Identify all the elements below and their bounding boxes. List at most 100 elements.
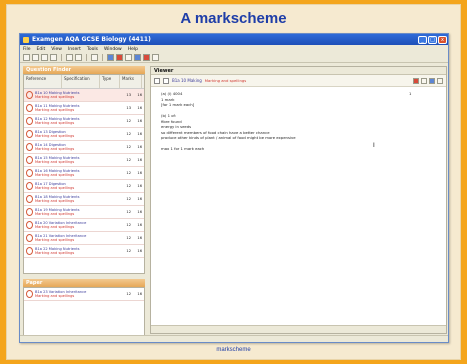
question-text: B1a 10 Making Nutrients Marking and spell…: [35, 91, 120, 100]
question-icon: [26, 104, 33, 112]
find-icon[interactable]: [107, 54, 114, 61]
question-type-value: 12: [126, 249, 131, 253]
question-row[interactable]: B1a 17 Digestion Marking and spellings 12 1…: [24, 180, 144, 193]
undo-icon[interactable]: [91, 54, 98, 61]
settings-icon[interactable]: [152, 54, 159, 61]
column-marks[interactable]: Marks: [120, 75, 142, 88]
viewer-panel: Viewer B1a 10 Making Marking and spellin…: [150, 66, 447, 334]
question-subtitle: Marking and spellings: [35, 134, 75, 138]
question-row[interactable]: B1a 14 Digestion Marking and spellings 12 1…: [24, 141, 144, 154]
column-reference[interactable]: Reference: [24, 75, 62, 88]
question-marks-value: 16: [137, 223, 142, 227]
markscheme-line: max 1 for 1 mark each: [161, 146, 205, 151]
question-row[interactable]: B1a 12 Making Nutrients Marking and spell…: [24, 115, 144, 128]
new-icon[interactable]: [23, 54, 30, 61]
toolbar-separator: [102, 54, 103, 61]
status-bar: [20, 335, 448, 342]
question-icon: [26, 247, 33, 255]
column-type[interactable]: Type: [100, 75, 120, 88]
copy-icon[interactable]: [75, 54, 82, 61]
question-marks-value: 16: [137, 119, 142, 123]
question-subtitle: Marking and spellings: [35, 238, 75, 242]
question-row[interactable]: B1a 19 Making Nutrients Marking and spell…: [24, 206, 144, 219]
checkbox-icon[interactable]: [163, 77, 169, 84]
question-text: B1a 20 Variation Inheritance Marking and …: [35, 221, 120, 230]
slide: A markscheme Examgen AQA GCSE Biology (4…: [6, 4, 461, 360]
viewer-header: Viewer: [151, 67, 446, 75]
checkbox-icon[interactable]: [154, 77, 160, 84]
question-icon: [26, 130, 33, 138]
question-row[interactable]: B1a 11 Making Nutrients Marking and spell…: [24, 102, 144, 115]
question-row[interactable]: B1a 10 Making Nutrients Marking and spell…: [24, 89, 144, 102]
slide-title: A markscheme: [180, 10, 287, 27]
options-icon[interactable]: [437, 77, 443, 84]
column-specification[interactable]: Specification: [62, 75, 100, 88]
menu-insert[interactable]: Insert: [68, 47, 81, 52]
question-type-value: 12: [126, 223, 131, 227]
horizontal-scrollbar[interactable]: [151, 325, 446, 333]
question-type-value: 12: [126, 210, 131, 214]
question-text: B1a 21 Variation Inheritance Marking and …: [35, 234, 120, 243]
side-mark: 1: [409, 91, 412, 96]
question-icon: [26, 234, 33, 242]
question-type-value: 12: [126, 119, 131, 123]
title-bar[interactable]: Examgen AQA GCSE Biology (4411) _ □ x: [20, 34, 448, 45]
menu-file[interactable]: File: [23, 47, 31, 52]
menu-edit[interactable]: Edit: [37, 47, 46, 52]
question-subtitle: Marking and spellings: [35, 95, 75, 99]
question-icon: [26, 221, 33, 229]
open-icon[interactable]: [32, 54, 39, 61]
question-row[interactable]: B1a 22 Making Nutrients Marking and spell…: [24, 245, 144, 258]
question-marks-value: 16: [137, 132, 142, 136]
question-text: B1a 15 Making Nutrients Marking and spell…: [35, 156, 120, 165]
zoom-icon[interactable]: [421, 77, 427, 84]
markscheme-line: [for 1 mark each]: [161, 102, 195, 107]
question-marks-value: 16: [137, 171, 142, 175]
question-subtitle: Marking and spellings: [35, 225, 75, 229]
slide-caption: markscheme: [216, 347, 251, 353]
question-finder: Reference Specification Type Marks B1a 1…: [23, 74, 145, 274]
menu-window[interactable]: Window: [104, 47, 122, 52]
markscheme-line: 1 mark: [161, 96, 175, 102]
question-marks-value: 16: [137, 93, 142, 97]
delete-icon[interactable]: [143, 54, 150, 61]
markscheme-content: 1 I (a) (i) 4004 1 mark [for 1 mark each…: [151, 87, 446, 151]
question-row[interactable]: B1a 16 Making Nutrients Marking and spell…: [24, 167, 144, 180]
cut-icon[interactable]: [66, 54, 73, 61]
question-row[interactable]: B1a 18 Making Nutrients Marking and spell…: [24, 193, 144, 206]
question-icon: [26, 208, 33, 216]
remove-icon[interactable]: [413, 77, 419, 84]
menu-help[interactable]: Help: [128, 47, 138, 52]
close-button[interactable]: x: [438, 35, 447, 44]
question-subtitle: Marking and spellings: [35, 121, 75, 125]
question-marks-value: 16: [137, 210, 142, 214]
preview-icon[interactable]: [134, 54, 141, 61]
menu-view[interactable]: View: [51, 47, 62, 52]
question-row[interactable]: B1a 13 Digestion Marking and spellings 12 1…: [24, 128, 144, 141]
question-row[interactable]: B1a 15 Making Nutrients Marking and spell…: [24, 154, 144, 167]
markscheme-line: so different members of food chain have …: [161, 129, 270, 135]
question-text: B1a 11 Making Nutrients Marking and spell…: [35, 104, 120, 113]
question-icon: [26, 182, 33, 190]
search-icon[interactable]: [429, 77, 435, 84]
menu-tools[interactable]: Tools: [87, 47, 98, 52]
menu-bar: File Edit View Insert Tools Window Help: [20, 45, 448, 53]
question-row[interactable]: B1a 20 Variation Inheritance Marking and …: [24, 219, 144, 232]
question-subtitle: Marking and spellings: [35, 186, 75, 190]
question-icon: [26, 156, 33, 164]
maximize-button[interactable]: □: [428, 35, 437, 44]
markscheme-line: (a) (i) 4004: [161, 91, 183, 96]
question-row[interactable]: B1a 21 Variation Inheritance Marking and …: [24, 232, 144, 245]
question-text: B1a 19 Making Nutrients Marking and spell…: [35, 208, 120, 217]
minimize-button[interactable]: _: [418, 35, 427, 44]
question-icon[interactable]: [116, 54, 123, 61]
question-text: B1a 12 Making Nutrients Marking and spell…: [35, 117, 120, 126]
paper-icon[interactable]: [125, 54, 132, 61]
question-type-value: 12: [126, 292, 131, 296]
print-icon[interactable]: [50, 54, 57, 61]
question-subtitle: Marking and spellings: [35, 212, 75, 216]
question-subtitle: Marking and spellings: [35, 147, 75, 151]
question-row[interactable]: B1a 23 Variation Inheritance Marking and …: [24, 288, 144, 301]
save-icon[interactable]: [41, 54, 48, 61]
question-finder-header: Question Finder: [23, 66, 145, 74]
